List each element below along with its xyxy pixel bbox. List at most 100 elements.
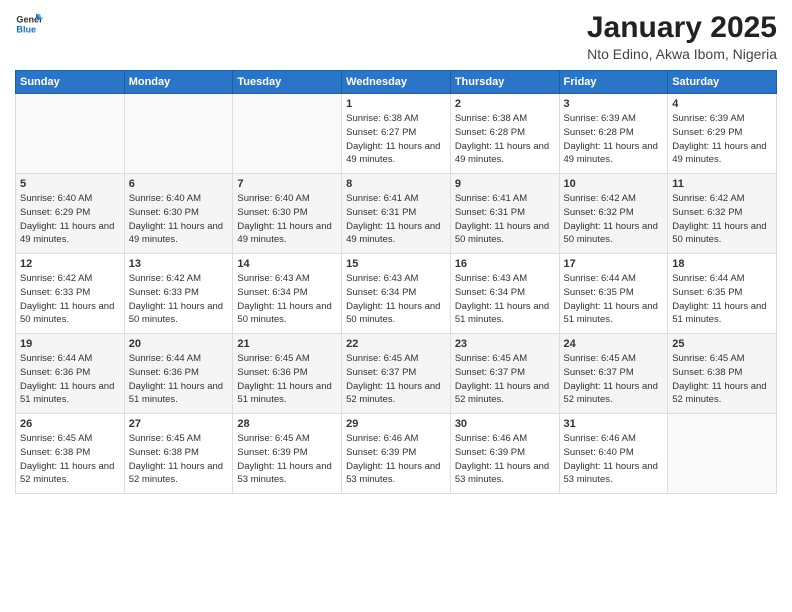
- cell-info: Sunrise: 6:45 AMSunset: 6:38 PMDaylight:…: [129, 432, 229, 487]
- info-line: Sunset: 6:32 PM: [672, 206, 772, 220]
- info-line: Daylight: 11 hours and 52 minutes.: [564, 380, 664, 408]
- logo: General Blue: [15, 10, 43, 38]
- info-line: Sunrise: 6:39 AM: [564, 112, 664, 126]
- col-saturday: Saturday: [668, 71, 777, 94]
- info-line: Sunset: 6:35 PM: [672, 286, 772, 300]
- calendar-cell: 16Sunrise: 6:43 AMSunset: 6:34 PMDayligh…: [450, 254, 559, 334]
- day-number: 6: [129, 178, 229, 190]
- col-sunday: Sunday: [16, 71, 125, 94]
- info-line: Sunrise: 6:40 AM: [20, 192, 120, 206]
- info-line: Daylight: 11 hours and 51 minutes.: [564, 300, 664, 328]
- calendar-week-0: 1 Sunrise: 6:38 AM Sunset: 6:27 PM Daylight…: [16, 94, 777, 174]
- calendar-cell: 17Sunrise: 6:44 AMSunset: 6:35 PMDayligh…: [559, 254, 668, 334]
- info-line: Sunrise: 6:43 AM: [237, 272, 337, 286]
- info-line: Sunrise: 6:45 AM: [237, 432, 337, 446]
- day-number: 11: [672, 178, 772, 190]
- calendar-cell: 13Sunrise: 6:42 AMSunset: 6:33 PMDayligh…: [124, 254, 233, 334]
- cell-info: Sunrise: 6:41 AMSunset: 6:31 PMDaylight:…: [346, 192, 446, 247]
- cell-info: Sunrise: 6:40 AMSunset: 6:30 PMDaylight:…: [237, 192, 337, 247]
- col-monday: Monday: [124, 71, 233, 94]
- calendar-week-1: 5Sunrise: 6:40 AMSunset: 6:29 PMDaylight…: [16, 174, 777, 254]
- day-number: 23: [455, 338, 555, 350]
- info-line: Sunset: 6:37 PM: [346, 366, 446, 380]
- info-line: Sunset: 6:29 PM: [672, 126, 772, 140]
- calendar-cell: 12Sunrise: 6:42 AMSunset: 6:33 PMDayligh…: [16, 254, 125, 334]
- cell-info: Sunrise: 6:39 AMSunset: 6:29 PMDaylight:…: [672, 112, 772, 167]
- calendar-week-3: 19 Sunrise: 6:44 AMSunset: 6:36 PMDayligh…: [16, 334, 777, 414]
- calendar-cell: 20Sunrise: 6:44 AMSunset: 6:36 PMDayligh…: [124, 334, 233, 414]
- calendar-body: 1 Sunrise: 6:38 AM Sunset: 6:27 PM Daylight…: [16, 94, 777, 494]
- calendar-cell: 25Sunrise: 6:45 AMSunset: 6:38 PMDayligh…: [668, 334, 777, 414]
- day-number: 27: [129, 418, 229, 430]
- info-line: Sunrise: 6:38 AM: [455, 112, 555, 126]
- calendar-cell: 26Sunrise: 6:45 AMSunset: 6:38 PMDayligh…: [16, 414, 125, 494]
- logo-icon: General Blue: [15, 10, 43, 38]
- cell-info: Sunrise: 6:46 AMSunset: 6:39 PMDaylight:…: [346, 432, 446, 487]
- day-number: 2: [455, 98, 555, 110]
- calendar-cell: 11Sunrise: 6:42 AMSunset: 6:32 PMDayligh…: [668, 174, 777, 254]
- info-line: Daylight: 11 hours and 51 minutes.: [237, 380, 337, 408]
- header: General Blue January 2025 Nto Edino, Akw…: [15, 10, 777, 62]
- day-number: 1: [346, 98, 446, 110]
- cell-info: Sunrise: 6:38 AMSunset: 6:28 PMDaylight:…: [455, 112, 555, 167]
- info-line: Sunset: 6:27 PM: [346, 126, 446, 140]
- info-line: Daylight: 11 hours and 53 minutes.: [237, 460, 337, 488]
- calendar-table: Sunday Monday Tuesday Wednesday Thursday…: [15, 70, 777, 494]
- calendar-header: Sunday Monday Tuesday Wednesday Thursday…: [16, 71, 777, 94]
- info-line: Sunrise: 6:39 AM: [672, 112, 772, 126]
- info-line: Sunset: 6:31 PM: [455, 206, 555, 220]
- day-number: 18: [672, 258, 772, 270]
- calendar-cell: 9Sunrise: 6:41 AMSunset: 6:31 PMDaylight…: [450, 174, 559, 254]
- info-line: Sunrise: 6:46 AM: [455, 432, 555, 446]
- day-number: 24: [564, 338, 664, 350]
- calendar-cell: 29 Sunrise: 6:46 AMSunset: 6:39 PMDayligh…: [342, 414, 451, 494]
- info-line: Sunrise: 6:41 AM: [455, 192, 555, 206]
- col-thursday: Thursday: [450, 71, 559, 94]
- calendar-cell: 18 Sunrise: 6:44 AMSunset: 6:35 PMDayligh…: [668, 254, 777, 334]
- info-line: Sunset: 6:39 PM: [455, 446, 555, 460]
- day-number: 31: [564, 418, 664, 430]
- info-line: Daylight: 11 hours and 50 minutes.: [129, 300, 229, 328]
- info-line: Sunset: 6:30 PM: [129, 206, 229, 220]
- cell-info: Sunrise: 6:45 AMSunset: 6:37 PMDaylight:…: [455, 352, 555, 407]
- info-line: Sunrise: 6:42 AM: [672, 192, 772, 206]
- info-line: Daylight: 11 hours and 53 minutes.: [564, 460, 664, 488]
- info-line: Sunset: 6:29 PM: [20, 206, 120, 220]
- main-title: January 2025: [587, 10, 777, 46]
- info-line: Sunrise: 6:44 AM: [564, 272, 664, 286]
- cell-info: Sunrise: 6:40 AMSunset: 6:29 PMDaylight:…: [20, 192, 120, 247]
- info-line: Sunset: 6:39 PM: [346, 446, 446, 460]
- info-line: Sunrise: 6:44 AM: [20, 352, 120, 366]
- info-line: Daylight: 11 hours and 49 minutes.: [20, 220, 120, 248]
- calendar-cell: 15Sunrise: 6:43 AMSunset: 6:34 PMDayligh…: [342, 254, 451, 334]
- col-tuesday: Tuesday: [233, 71, 342, 94]
- calendar-cell: 7Sunrise: 6:40 AMSunset: 6:30 PMDaylight…: [233, 174, 342, 254]
- info-line: Sunrise: 6:45 AM: [20, 432, 120, 446]
- info-line: Sunrise: 6:46 AM: [346, 432, 446, 446]
- cell-info: Sunrise: 6:45 AMSunset: 6:38 PMDaylight:…: [672, 352, 772, 407]
- cell-info: Sunrise: 6:46 AMSunset: 6:40 PMDaylight:…: [564, 432, 664, 487]
- day-number: 28: [237, 418, 337, 430]
- day-number: 22: [346, 338, 446, 350]
- calendar-cell: 22Sunrise: 6:45 AMSunset: 6:37 PMDayligh…: [342, 334, 451, 414]
- cell-info: Sunrise: 6:44 AMSunset: 6:36 PMDaylight:…: [20, 352, 120, 407]
- info-line: Daylight: 11 hours and 51 minutes.: [672, 300, 772, 328]
- info-line: Daylight: 11 hours and 50 minutes.: [564, 220, 664, 248]
- day-number: 19: [20, 338, 120, 350]
- day-number: 16: [455, 258, 555, 270]
- info-line: Daylight: 11 hours and 53 minutes.: [346, 460, 446, 488]
- day-number: 3: [564, 98, 664, 110]
- col-friday: Friday: [559, 71, 668, 94]
- info-line: Daylight: 11 hours and 49 minutes.: [455, 140, 555, 168]
- info-line: Sunrise: 6:41 AM: [346, 192, 446, 206]
- day-number: 29: [346, 418, 446, 430]
- info-line: Sunset: 6:35 PM: [564, 286, 664, 300]
- info-line: Sunrise: 6:45 AM: [455, 352, 555, 366]
- info-line: Daylight: 11 hours and 52 minutes.: [346, 380, 446, 408]
- calendar-week-4: 26Sunrise: 6:45 AMSunset: 6:38 PMDayligh…: [16, 414, 777, 494]
- info-line: Sunset: 6:28 PM: [564, 126, 664, 140]
- cell-info: Sunrise: 6:40 AMSunset: 6:30 PMDaylight:…: [129, 192, 229, 247]
- info-line: Daylight: 11 hours and 51 minutes.: [129, 380, 229, 408]
- cell-info: Sunrise: 6:44 AMSunset: 6:35 PMDaylight:…: [672, 272, 772, 327]
- calendar-cell: 23 Sunrise: 6:45 AMSunset: 6:37 PMDayligh…: [450, 334, 559, 414]
